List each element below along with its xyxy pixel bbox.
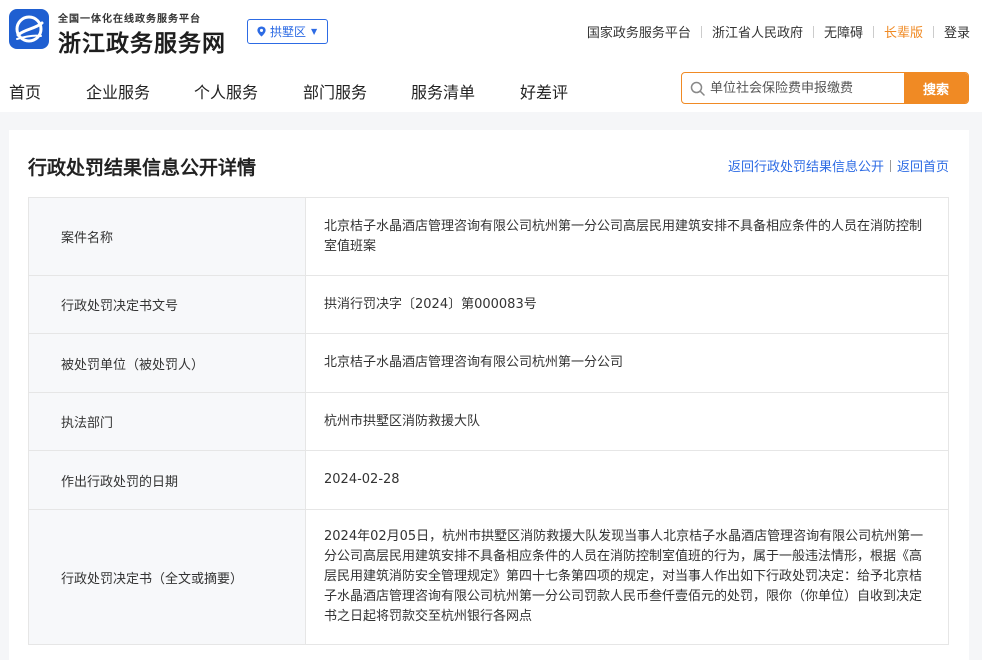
divider [932, 25, 934, 38]
field-value-penalized-party: 北京桔子水晶酒店管理咨询有限公司杭州第一分公司 [305, 333, 949, 393]
table-row: 被处罚单位（被处罚人） 北京桔子水晶酒店管理咨询有限公司杭州第一分公司 [28, 333, 949, 393]
breadcrumb: 返回行政处罚结果信息公开 返回首页 [728, 156, 949, 175]
divider [889, 159, 891, 172]
site-title[interactable]: 浙江政务服务网 [58, 24, 226, 58]
field-label-enforcement-dept: 执法部门 [28, 392, 306, 451]
nav-home[interactable]: 首页 [9, 79, 41, 103]
nav-enterprise-services[interactable]: 企业服务 [86, 79, 150, 103]
search-bar: 搜索 [681, 72, 969, 104]
field-label-decision-text: 行政处罚决定书（全文或摘要） [28, 509, 306, 645]
field-value-decision-number: 拱消行罚决字〔2024〕第000083号 [305, 275, 949, 334]
top-links: 国家政务服务平台 浙江省人民政府 无障碍 长辈版 登录 [587, 22, 970, 41]
platform-tagline: 全国一体化在线政务服务平台 [58, 14, 201, 25]
table-row: 执法部门 杭州市拱墅区消防救援大队 [28, 392, 949, 451]
field-label-penalty-date: 作出行政处罚的日期 [28, 450, 306, 510]
back-to-list-link[interactable]: 返回行政处罚结果信息公开 [728, 156, 884, 175]
caret-down-icon: ▼ [311, 27, 318, 36]
field-value-enforcement-dept: 杭州市拱墅区消防救援大队 [305, 392, 949, 451]
field-value-penalty-date: 2024-02-28 [305, 450, 949, 510]
page-title: 行政处罚结果信息公开详情 [28, 157, 257, 179]
table-row: 行政处罚决定书文号 拱消行罚决字〔2024〕第000083号 [28, 275, 949, 334]
detail-panel: 行政处罚结果信息公开详情 返回行政处罚结果信息公开 返回首页 案件名称 北京桔子… [9, 130, 969, 660]
divider [700, 25, 702, 38]
field-label-decision-number: 行政处罚决定书文号 [28, 275, 306, 334]
nav-service-evaluation[interactable]: 好差评 [520, 79, 568, 103]
link-accessibility[interactable]: 无障碍 [824, 22, 863, 41]
region-selector[interactable]: 拱墅区 ▼ [247, 19, 329, 44]
field-label-penalized-party: 被处罚单位（被处罚人） [28, 333, 306, 393]
nav-department-services[interactable]: 部门服务 [303, 79, 367, 103]
site-logo-icon[interactable] [9, 9, 49, 49]
search-input[interactable] [710, 73, 900, 103]
location-pin-icon [257, 26, 266, 37]
penalty-detail-table: 案件名称 北京桔子水晶酒店管理咨询有限公司杭州第一分公司高层民用建筑安排不具备相… [28, 197, 949, 645]
field-value-decision-text: 2024年02月05日，杭州市拱墅区消防救援大队发现当事人北京桔子水晶酒店管理咨… [305, 509, 949, 645]
back-to-home-link[interactable]: 返回首页 [897, 156, 949, 175]
login-link[interactable]: 登录 [944, 22, 970, 41]
table-row: 案件名称 北京桔子水晶酒店管理咨询有限公司杭州第一分公司高层民用建筑安排不具备相… [28, 197, 949, 276]
table-row: 作出行政处罚的日期 2024-02-28 [28, 450, 949, 510]
field-value-case-name: 北京桔子水晶酒店管理咨询有限公司杭州第一分公司高层民用建筑安排不具备相应条件的人… [305, 197, 949, 276]
search-icon [690, 81, 705, 96]
nav-service-list[interactable]: 服务清单 [411, 79, 475, 103]
link-provincial-government[interactable]: 浙江省人民政府 [712, 22, 803, 41]
region-label: 拱墅区 [270, 25, 307, 39]
table-row: 行政处罚决定书（全文或摘要） 2024年02月05日，杭州市拱墅区消防救援大队发… [28, 509, 949, 645]
search-button[interactable]: 搜索 [904, 73, 968, 103]
field-label-case-name: 案件名称 [28, 197, 306, 276]
divider [872, 25, 874, 38]
nav-personal-services[interactable]: 个人服务 [194, 79, 258, 103]
link-elder-mode[interactable]: 长辈版 [884, 22, 923, 41]
link-national-platform[interactable]: 国家政务服务平台 [587, 22, 691, 41]
top-header: 全国一体化在线政务服务平台 浙江政务服务网 拱墅区 ▼ 国家政务服务平台 浙江省… [0, 0, 982, 60]
divider [812, 25, 814, 38]
